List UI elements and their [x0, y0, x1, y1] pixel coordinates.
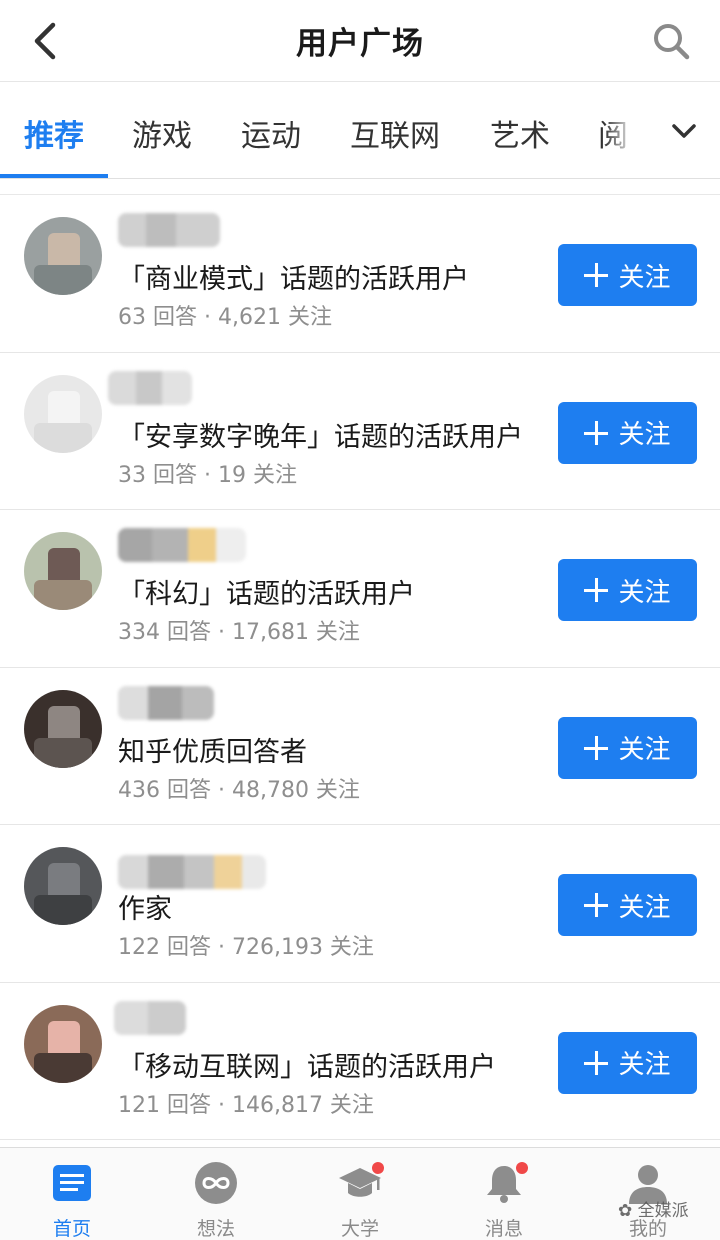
top-bar: 用户广场 [0, 0, 720, 82]
blurred-username [118, 855, 266, 889]
user-description: 「安享数字晚年」话题的活跃用户 [118, 421, 523, 453]
user-description: 「商业模式」话题的活跃用户 [118, 264, 469, 295]
follow-button[interactable]: 关注 [558, 559, 697, 621]
watermark-text: 全媒派 [637, 1201, 689, 1221]
user-description: 知乎优质回答者 [118, 736, 307, 768]
user-stats: 334 回答 · 17,681 关注 [118, 620, 360, 645]
bottom-nav: 首页 想法 大学 消息 我的 [0, 1147, 720, 1240]
plus-icon [584, 578, 609, 602]
user-row[interactable]: 知乎优质回答者 436 回答 · 48,780 关注 关注 [0, 668, 720, 825]
user-stats: 436 回答 · 48,780 关注 [118, 777, 360, 803]
user-stats: 33 回答 · 19 关注 [118, 462, 297, 488]
avatar[interactable] [24, 1004, 102, 1083]
tab-games[interactable]: 游戏 [132, 111, 192, 155]
follow-button[interactable]: 关注 [558, 874, 697, 936]
nav-label: 大学 [340, 1218, 379, 1240]
plus-icon [584, 1050, 609, 1075]
avatar[interactable] [24, 689, 102, 768]
tab-internet[interactable]: 互联网 [350, 111, 440, 155]
plus-icon [584, 735, 609, 760]
tab-expand-button[interactable] [648, 83, 720, 178]
nav-label: 首页 [52, 1218, 91, 1240]
tab-sports[interactable]: 运动 [241, 111, 301, 155]
blurred-username [118, 213, 220, 247]
nav-label: 消息 [484, 1218, 523, 1240]
search-icon [654, 24, 690, 60]
blurred-username [118, 685, 214, 720]
user-row[interactable]: 「科幻」话题的活跃用户 334 回答 · 17,681 关注 关注 [0, 510, 720, 668]
nav-profile[interactable]: 我的 [576, 1148, 720, 1240]
user-row[interactable]: 「安享数字晚年」话题的活跃用户 33 回答 · 19 关注 关注 [0, 353, 720, 510]
notification-badge [516, 1162, 528, 1174]
blurred-username [114, 1000, 186, 1035]
plus-icon [584, 263, 609, 287]
chevron-down-icon [672, 124, 696, 138]
tab-art[interactable]: 艺术 [490, 111, 550, 155]
follow-button[interactable]: 关注 [558, 716, 697, 779]
user-stats: 122 回答 · 726,193 关注 [118, 935, 374, 960]
nav-university[interactable]: 大学 [288, 1148, 432, 1240]
blurred-username [118, 528, 246, 562]
nav-label: 想法 [196, 1218, 235, 1240]
tab-fade [604, 83, 648, 178]
avatar[interactable] [24, 374, 102, 453]
user-list: 「商业模式」话题的活跃用户 63 回答 · 4,621 关注 关注 「安享数字晚… [0, 195, 720, 1140]
wechat-icon: ✿ [618, 1201, 633, 1221]
active-tab-indicator [0, 174, 108, 178]
follow-button[interactable]: 关注 [558, 1031, 697, 1094]
user-stats: 121 回答 · 146,817 关注 [118, 1092, 374, 1118]
follow-button[interactable]: 关注 [558, 401, 697, 464]
user-stats: 63 回答 · 4,621 关注 [118, 305, 332, 330]
nav-messages[interactable]: 消息 [432, 1148, 576, 1240]
watermark: ✿ 全媒派 [618, 1196, 689, 1221]
user-row[interactable]: 作家 122 回答 · 726,193 关注 关注 [0, 825, 720, 983]
infinity-icon [195, 1162, 237, 1204]
user-row[interactable]: 「商业模式」话题的活跃用户 63 回答 · 4,621 关注 关注 [0, 195, 720, 353]
tab-recommend[interactable]: 推荐 [24, 111, 84, 155]
follow-button[interactable]: 关注 [558, 244, 697, 306]
nav-ideas[interactable]: 想法 [144, 1148, 288, 1240]
category-tabs: 推荐 游戏 运动 互联网 艺术 阅 [0, 83, 720, 179]
blurred-username [108, 370, 192, 405]
avatar[interactable] [24, 847, 102, 925]
user-description: 「科幻」话题的活跃用户 [118, 579, 415, 610]
notification-badge [372, 1162, 384, 1174]
home-list-icon [53, 1165, 91, 1201]
search-button[interactable] [648, 18, 694, 64]
page-title: 用户广场 [296, 26, 424, 62]
plus-icon [584, 420, 609, 445]
nav-home[interactable]: 首页 [0, 1148, 144, 1240]
user-row[interactable]: 「移动互联网」话题的活跃用户 121 回答 · 146,817 关注 关注 [0, 983, 720, 1140]
avatar[interactable] [24, 217, 102, 295]
user-description: 作家 [118, 894, 172, 925]
plus-icon [584, 893, 609, 917]
avatar[interactable] [24, 532, 102, 610]
user-description: 「移动互联网」话题的活跃用户 [118, 1051, 496, 1083]
